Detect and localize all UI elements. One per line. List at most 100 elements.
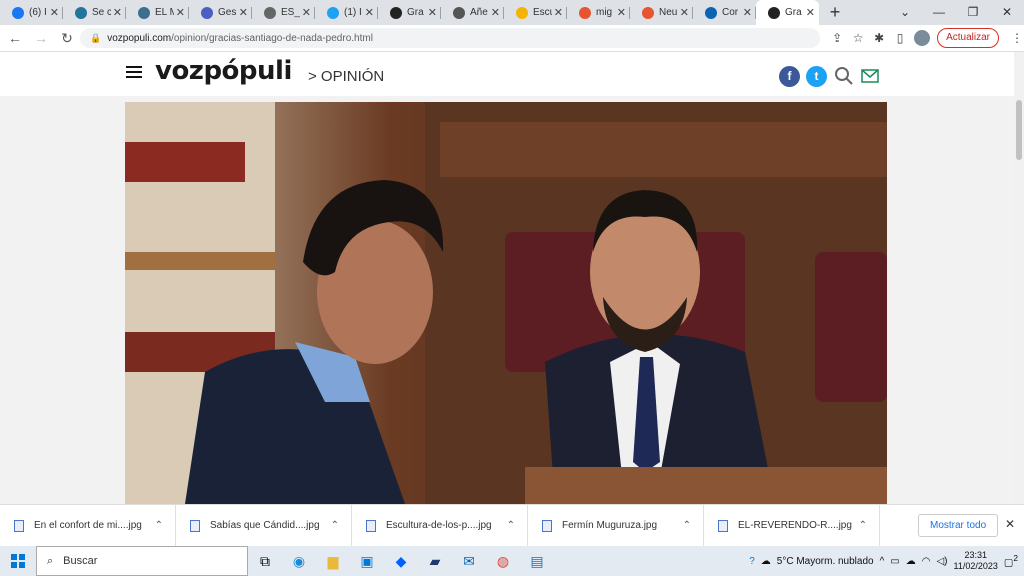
image-file-icon: [366, 519, 376, 532]
site-logo[interactable]: vozpópuli: [155, 56, 292, 86]
hamburger-menu-icon[interactable]: [126, 66, 142, 81]
extensions-icon[interactable]: ✱: [872, 31, 886, 45]
chevron-up-icon[interactable]: ⌃: [507, 520, 515, 531]
close-downloads-icon[interactable]: ✕: [1005, 517, 1015, 531]
tab-title: Gra: [785, 7, 802, 18]
battery-icon[interactable]: ▭: [890, 556, 899, 567]
help-icon[interactable]: ?: [749, 556, 755, 567]
profile-avatar[interactable]: [914, 30, 931, 46]
side-panel-icon[interactable]: ▯: [893, 31, 907, 45]
browser-tab[interactable]: ES_ ✕: [252, 0, 315, 25]
menu-dots-icon[interactable]: ⋮: [1010, 31, 1024, 45]
powershell-icon[interactable]: ▰: [418, 546, 452, 576]
mail-icon: [453, 6, 465, 19]
chevron-up-icon[interactable]: ⌃: [859, 520, 867, 531]
browser-tab[interactable]: EL M✕: [126, 0, 189, 25]
download-item[interactable]: Escultura-de-los-p....jpg ⌃: [352, 504, 528, 547]
windows-taskbar: ⌕ Buscar ⧉ ◉ ▆ ▣ ◆ ▰ ✉ ◍ ▤ ? ☁ 5°C Mayor…: [0, 546, 1024, 576]
forward-icon[interactable]: →: [30, 30, 52, 46]
taskbar-search-field[interactable]: ⌕ Buscar: [36, 546, 248, 576]
url-field[interactable]: 🔒 vozpopuli.com/opinion/gracias-santiago…: [80, 28, 820, 48]
chevron-up-icon[interactable]: ⌃: [683, 520, 691, 531]
wifi-icon[interactable]: ◠: [922, 556, 931, 567]
clock[interactable]: 23:31 11/02/2023: [954, 550, 998, 572]
close-tab-icon[interactable]: ✕: [806, 6, 815, 19]
windows-start-icon[interactable]: [0, 546, 36, 576]
search-icon: ⌕: [47, 554, 54, 567]
restore-button[interactable]: ❐: [956, 0, 990, 25]
notifications-icon[interactable]: ▢2: [1004, 553, 1018, 568]
mail-icon[interactable]: ✉: [452, 546, 486, 576]
photos-icon[interactable]: ▤: [520, 546, 554, 576]
section-link[interactable]: > OPINIÓN: [308, 68, 384, 85]
close-tab-icon[interactable]: ✕: [617, 6, 626, 19]
tab-title: Cor: [722, 7, 739, 18]
close-tab-icon[interactable]: ✕: [113, 6, 122, 19]
close-tab-icon[interactable]: ✕: [428, 6, 437, 19]
tab-search-icon[interactable]: ⌄: [888, 0, 922, 25]
close-tab-icon[interactable]: ✕: [50, 6, 59, 19]
close-tab-icon[interactable]: ✕: [491, 6, 500, 19]
chevron-up-icon[interactable]: ⌃: [155, 520, 163, 531]
share-icon[interactable]: ⇪: [830, 31, 844, 45]
browser-tab[interactable]: (1) I ✕: [315, 0, 378, 25]
chevron-up-icon[interactable]: ⌃: [331, 520, 339, 531]
tab-title: Añe: [470, 7, 488, 18]
search-icon[interactable]: [833, 65, 855, 87]
tab-title: Neu: [659, 7, 678, 18]
mail-icon[interactable]: [861, 69, 879, 83]
dropbox-icon[interactable]: ◆: [384, 546, 418, 576]
tab-title: Escu: [533, 7, 552, 18]
document-icon: [201, 6, 213, 19]
facebook-icon[interactable]: f: [779, 65, 800, 87]
download-item[interactable]: Sabías que Cándid....jpg ⌃: [176, 504, 352, 547]
close-window-button[interactable]: ✕: [990, 0, 1024, 25]
browser-tab[interactable]: Gra ✕: [378, 0, 441, 25]
show-all-downloads-button[interactable]: Mostrar todo: [918, 514, 999, 537]
file-explorer-icon[interactable]: ▆: [316, 546, 350, 576]
page-scrollbar[interactable]: [1014, 52, 1024, 504]
volume-icon[interactable]: ◁): [936, 556, 947, 567]
browser-tab[interactable]: Escu✕: [504, 0, 567, 25]
browser-tab[interactable]: Ges ✕: [189, 0, 252, 25]
browser-tab[interactable]: Cor ✕: [693, 0, 756, 25]
download-filename: Sabías que Cándid....jpg: [210, 520, 320, 531]
scrollbar-thumb[interactable]: [1016, 100, 1022, 160]
close-tab-icon[interactable]: ✕: [176, 6, 185, 19]
download-filename: Fermín Muguruza.jpg: [562, 520, 658, 531]
onedrive-icon[interactable]: ☁: [906, 556, 916, 567]
twitter-icon[interactable]: t: [806, 65, 827, 87]
close-tab-icon[interactable]: ✕: [365, 6, 374, 19]
image-file-icon: [14, 519, 24, 532]
browser-tab[interactable]: Neu ✕: [630, 0, 693, 25]
new-tab-button[interactable]: +: [823, 2, 847, 23]
task-view-icon[interactable]: ⧉: [248, 546, 282, 576]
close-tab-icon[interactable]: ✕: [743, 6, 752, 19]
browser-tab[interactable]: mig ✕: [567, 0, 630, 25]
download-item[interactable]: En el confort de mi....jpg ⌃: [0, 504, 176, 547]
reload-icon[interactable]: ↻: [56, 30, 78, 47]
article-photo: [125, 102, 887, 504]
close-tab-icon[interactable]: ✕: [680, 6, 689, 19]
chrome-icon[interactable]: ◍: [486, 546, 520, 576]
browser-tab[interactable]: (6) I ✕: [0, 0, 63, 25]
browser-tab[interactable]: Se c ✕: [63, 0, 126, 25]
update-button[interactable]: Actualizar: [937, 28, 999, 48]
weather-text[interactable]: 5°C Mayorm. nublado: [777, 556, 874, 567]
back-icon[interactable]: ←: [4, 30, 26, 46]
bookmark-star-icon[interactable]: ☆: [851, 31, 865, 45]
close-tab-icon[interactable]: ✕: [554, 6, 563, 19]
tab-strip: (6) I✕Se c✕EL M✕Ges✕ES_✕(1) I✕Gra✕Añe✕Es…: [0, 0, 1024, 25]
close-tab-icon[interactable]: ✕: [302, 6, 311, 19]
wordpress-icon: [75, 6, 87, 19]
browser-tab[interactable]: Añe ✕: [441, 0, 504, 25]
globe-icon: [138, 6, 150, 19]
chevron-up-icon[interactable]: ^: [880, 556, 885, 567]
close-tab-icon[interactable]: ✕: [239, 6, 248, 19]
download-item[interactable]: EL-REVERENDO-R....jpg ⌃: [704, 504, 880, 547]
minimize-button[interactable]: —: [922, 0, 956, 25]
edge-icon[interactable]: ◉: [282, 546, 316, 576]
download-item[interactable]: Fermín Muguruza.jpg ⌃: [528, 504, 704, 547]
store-icon[interactable]: ▣: [350, 546, 384, 576]
browser-tab[interactable]: Gra ✕: [756, 0, 819, 25]
